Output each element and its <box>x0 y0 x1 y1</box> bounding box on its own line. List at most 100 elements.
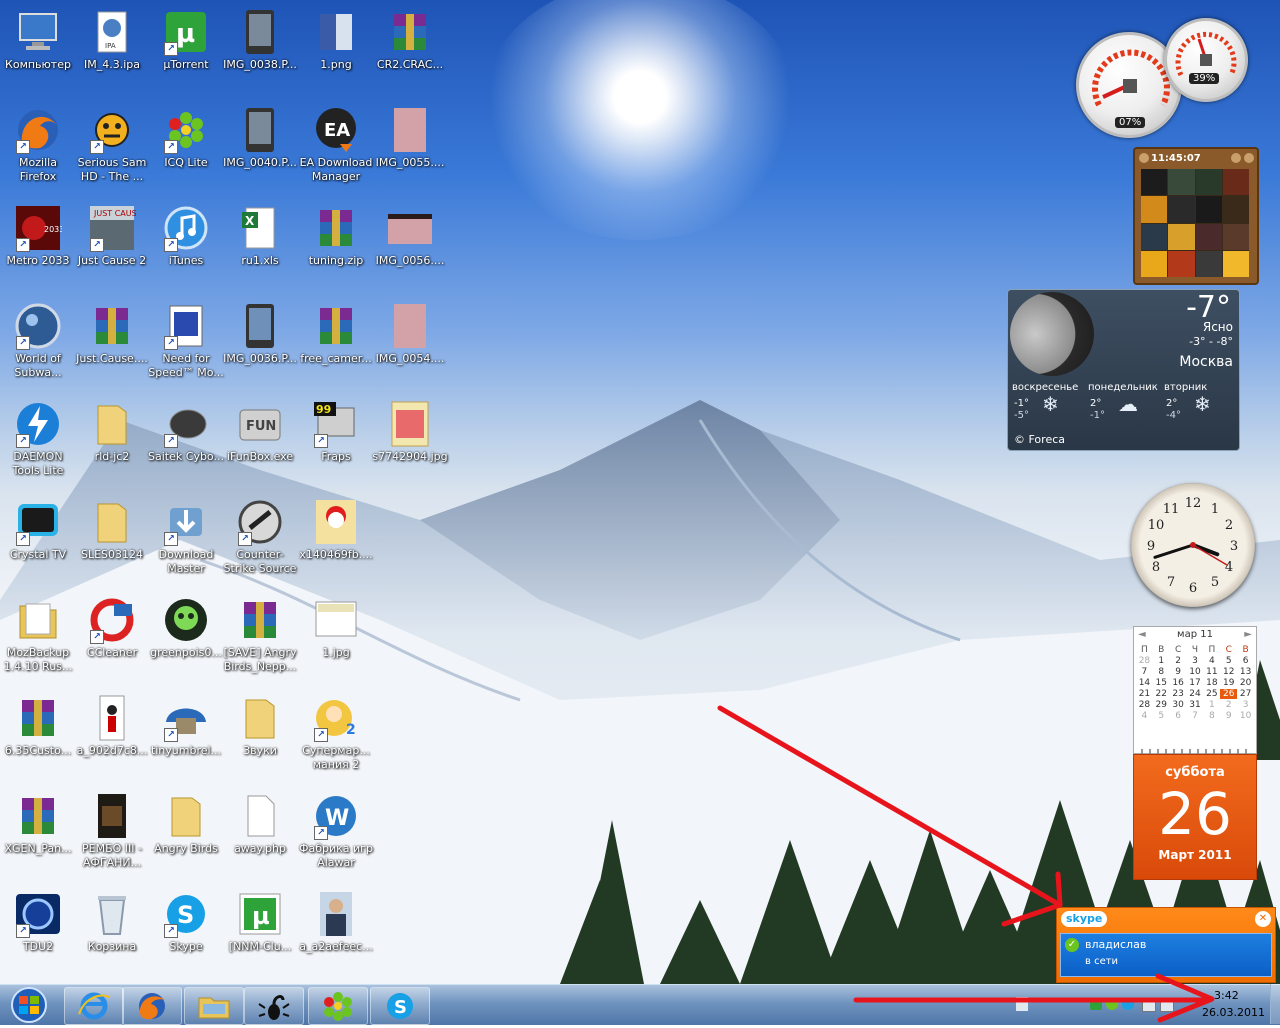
calendar-day-cell[interactable]: 3 <box>1237 700 1254 710</box>
taskbar-explorer-button[interactable] <box>184 987 244 1025</box>
desktop-icon-ccleaner[interactable]: ↗ CCleaner <box>74 590 150 660</box>
desktop-icon-xgen[interactable]: XGEN_Pan... <box>0 786 76 856</box>
cpu-meter-gadget[interactable]: 07% 39% <box>1072 18 1248 142</box>
calendar-day-cell[interactable]: 21 <box>1136 689 1153 699</box>
calendar-day-cell[interactable]: 6 <box>1170 711 1187 721</box>
desktop-icon-itunes[interactable]: ↗ iTunes <box>148 198 224 268</box>
desktop-icon-recycle-bin[interactable]: Корзина <box>74 884 150 954</box>
desktop-icon-a-a2aefeec[interactable]: a_a2aefeec... <box>298 884 374 954</box>
calendar-month-gadget[interactable]: мар 11 ◄ ► П В С Ч П С В 28 1 2 3 4 5 6 7 8 9 10 11 12 13 14 1… <box>1133 626 1257 757</box>
desktop-icon-angry-birds-folder[interactable]: Angry Birds <box>148 786 224 856</box>
desktop-icon-1-png[interactable]: 1.png <box>298 2 374 72</box>
puzzle-tile[interactable] <box>1141 250 1168 277</box>
desktop-icon-metro-2033[interactable]: 2033 ↗ Metro 2033 <box>0 198 76 268</box>
taskbar-clock-date[interactable]: 26.03.2011 <box>1202 1006 1265 1019</box>
desktop-icon-tuning-zip[interactable]: tuning.zip <box>298 198 374 268</box>
desktop-icon-world-of-subways[interactable]: ↗ World of Subwa... <box>0 296 76 380</box>
calendar-day-cell[interactable]: 1 <box>1153 656 1170 666</box>
calendar-day-cell[interactable]: 2 <box>1170 656 1187 666</box>
desktop-icon-nnm-club[interactable]: µ [NNM-Clu... <box>222 884 298 954</box>
desktop-icon-zvuki[interactable]: Звуки <box>222 688 298 758</box>
desktop-icon-img-0054[interactable]: IMG_0054.... <box>372 296 448 366</box>
desktop-icon-computer[interactable]: Компьютер <box>0 2 76 72</box>
calendar-day-cell[interactable]: 7 <box>1187 711 1204 721</box>
puzzle-shuffle-icon[interactable] <box>1244 153 1254 163</box>
calendar-day-cell[interactable]: 29 <box>1153 700 1170 710</box>
desktop-icon-greenpois0n[interactable]: greenpois0... <box>148 590 224 660</box>
desktop-icon-img-0038[interactable]: IMG_0038.P... <box>222 2 298 72</box>
puzzle-tile[interactable] <box>1222 223 1249 250</box>
desktop-icon-saitek[interactable]: ↗ Saitek Cybo... <box>148 394 224 464</box>
desktop-icon-supermarket-mania-2[interactable]: 2 ↗ Супермар... мания 2 <box>298 688 374 772</box>
puzzle-tile[interactable] <box>1168 196 1195 223</box>
puzzle-tile[interactable] <box>1168 169 1195 196</box>
desktop-icon-s7742904[interactable]: s7742904.jpg <box>372 394 448 464</box>
desktop-icon-1-jpg[interactable]: 1.jpg <box>298 590 374 660</box>
volume-icon[interactable] <box>1160 998 1174 1012</box>
taskbar-firefox-button[interactable] <box>122 987 182 1025</box>
desktop-icon-crystal-tv[interactable]: ↗ Crystal TV <box>0 492 76 562</box>
show-hidden-icons[interactable] <box>1016 997 1028 1011</box>
calendar-day-cell[interactable]: 10 <box>1237 711 1254 721</box>
calendar-day-cell[interactable]: 3 <box>1187 656 1204 666</box>
calendar-day-cell[interactable]: 6 <box>1237 656 1254 666</box>
desktop-icon-ru1-xls[interactable]: X ru1.xls <box>222 198 298 268</box>
calendar-day-cell[interactable]: 8 <box>1203 711 1220 721</box>
calendar-day-cell[interactable]: 20 <box>1237 678 1254 688</box>
desktop-icon-ifunbox[interactable]: FUN iFunBox.exe <box>222 394 298 464</box>
calendar-day-cell[interactable]: 2 <box>1220 700 1237 710</box>
desktop-icon-mozbackup[interactable]: MozBackup 1.4.10 Rus... <box>0 590 76 674</box>
desktop-icon-utorrent[interactable]: µ ↗ µTorrent <box>148 2 224 72</box>
puzzle-tile[interactable] <box>1168 250 1195 277</box>
close-icon[interactable]: ✕ <box>1255 911 1271 927</box>
puzzle-tile[interactable] <box>1195 169 1222 196</box>
desktop-icon-just-cause-2[interactable]: JUST CAUSE 2↗ Just Cause 2 <box>74 198 150 268</box>
desktop-icon-angry-birds-save[interactable]: [SAVE] Angry Birds_Nepp... <box>222 590 298 674</box>
calendar-day-cell[interactable]: 19 <box>1220 678 1237 688</box>
calendar-day-cell[interactable]: 7 <box>1136 667 1153 677</box>
calendar-day-cell[interactable]: 5 <box>1220 656 1237 666</box>
calendar-day-cell[interactable]: 26 <box>1220 689 1238 699</box>
calendar-day-cell[interactable]: 1 <box>1203 700 1220 710</box>
calendar-day-cell[interactable]: 12 <box>1220 667 1237 677</box>
desktop-icon-img-0040[interactable]: IMG_0040.P... <box>222 100 298 170</box>
calendar-day-cell[interactable]: 24 <box>1187 689 1204 699</box>
desktop-icon-counter-strike[interactable]: ↗ Counter-Strike Source <box>222 492 298 576</box>
desktop-icon-icq-lite[interactable]: ↗ ICQ Lite <box>148 100 224 170</box>
calendar-day-cell[interactable]: 4 <box>1136 711 1153 721</box>
desktop-icon-ea-download-manager[interactable]: EA EA Download Manager <box>298 100 374 184</box>
skype-contact-card[interactable]: ✓ владислав в сети <box>1060 933 1272 977</box>
taskbar-icq-button[interactable] <box>308 987 368 1025</box>
icq-tray-icon[interactable] <box>1106 998 1118 1010</box>
taskbar-clock-time[interactable]: 3:42 <box>1214 989 1239 1002</box>
desktop-icon-firefox[interactable]: ↗ Mozilla Firefox <box>0 100 76 184</box>
puzzle-tile[interactable] <box>1195 223 1222 250</box>
calendar-day-cell[interactable]: 25 <box>1203 689 1220 699</box>
calendar-day-cell[interactable]: 27 <box>1237 689 1254 699</box>
desktop-icon-sles03124[interactable]: SLES03124 <box>74 492 150 562</box>
desktop-icon-tinyumbrella[interactable]: ↗ tinyumbrel... <box>148 688 224 758</box>
desktop-icon-6-35custo[interactable]: 6.35Custo... <box>0 688 76 758</box>
desktop-icon-tdu2[interactable]: ↗ TDU2 <box>0 884 76 954</box>
calendar-day-cell[interactable]: 23 <box>1170 689 1187 699</box>
taskbar-ie-button[interactable] <box>64 987 124 1025</box>
puzzle-tile[interactable] <box>1141 196 1168 223</box>
calendar-day-cell[interactable]: 28 <box>1136 656 1153 666</box>
puzzle-tile[interactable] <box>1222 250 1249 277</box>
desktop-icon-serious-sam[interactable]: ↗ Serious Sam HD - The ... <box>74 100 150 184</box>
desktop-icon-alawar[interactable]: W ↗ Фабрика игр Alawar <box>298 786 374 870</box>
network-icon[interactable] <box>1142 998 1156 1012</box>
calendar-day-gadget[interactable]: суббота 26 Март 2011 <box>1133 754 1257 880</box>
puzzle-tile[interactable] <box>1222 196 1249 223</box>
desktop-icon-a-902d7c8[interactable]: a_902d7c8... <box>74 688 150 758</box>
desktop-icon-just-cause-archive[interactable]: Just.Cause.... <box>74 296 150 366</box>
utorrent-tray-icon[interactable] <box>1090 998 1102 1010</box>
calendar-day-cell[interactable]: 16 <box>1170 678 1187 688</box>
skype-notification-popup[interactable]: skype ✕ ✓ владислав в сети <box>1056 907 1276 983</box>
calendar-day-cell[interactable]: 22 <box>1153 689 1170 699</box>
desktop-icon-img-0056[interactable]: IMG_0056.... <box>372 198 448 268</box>
calendar-prev-icon[interactable]: ◄ <box>1138 629 1146 640</box>
show-desktop-button[interactable] <box>1270 984 1280 1024</box>
calendar-day-cell[interactable]: 9 <box>1170 667 1187 677</box>
calendar-day-cell[interactable]: 13 <box>1237 667 1254 677</box>
